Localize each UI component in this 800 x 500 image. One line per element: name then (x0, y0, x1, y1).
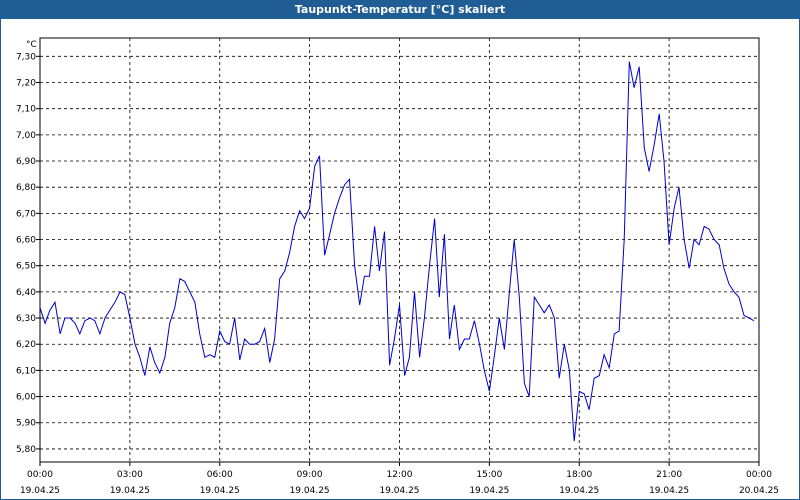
y-tick-label: 7,30 (16, 52, 36, 62)
x-tick-date-label: 19.04.25 (559, 486, 599, 496)
x-tick-date-label: 19.04.25 (469, 486, 509, 496)
x-tick-time-label: 00:00 (27, 470, 53, 480)
y-tick-label: 6,60 (16, 236, 36, 246)
grid-lines (40, 38, 759, 462)
x-tick-date-label: 19.04.25 (200, 486, 240, 496)
y-tick-label: 7,20 (16, 78, 36, 88)
x-tick-date-label: 19.04.25 (379, 486, 419, 496)
x-tick-time-label: 00:00 (746, 470, 772, 480)
x-axis-ticks: 00:00 19.04.25 03:00 19.04.25 06:00 19.04.25 0… (20, 462, 779, 496)
x-tick-time-label: 21:00 (656, 470, 682, 480)
series-line (39, 61, 755, 442)
y-tick-label: 6,10 (16, 366, 36, 376)
x-tick-time-label: 12:00 (387, 470, 413, 480)
x-tick-date-label: 19.04.25 (649, 486, 689, 496)
x-tick-time-label: 03:00 (117, 470, 143, 480)
x-tick-time-label: 15:00 (476, 470, 502, 480)
y-tick-label: 5,90 (16, 419, 36, 429)
x-tick-date-label: 19.04.25 (110, 486, 150, 496)
y-tick-label: 6,70 (16, 209, 36, 219)
y-tick-label: 6,20 (16, 340, 36, 350)
y-tick-label: 6,80 (16, 183, 36, 193)
x-tick-date-label: 19.04.25 (20, 486, 60, 496)
chart-plot: °C 5,80 5,90 6,00 6,10 6,20 6,30 6,40 6,50 6,60 6… (16, 37, 779, 496)
x-tick-date-label: 19.04.25 (290, 486, 330, 496)
y-tick-label: 5,80 (16, 445, 36, 455)
y-tick-label: 6,90 (16, 157, 36, 167)
x-tick-date-label: 20.04.25 (739, 486, 779, 496)
x-tick-time-label: 18:00 (566, 470, 592, 480)
x-tick-time-label: 06:00 (207, 470, 233, 480)
y-tick-label: 6,40 (16, 288, 36, 298)
y-tick-label: 6,50 (16, 262, 36, 272)
y-axis-unit-label: °C (26, 40, 37, 50)
x-tick-time-label: 09:00 (297, 470, 323, 480)
y-tick-label: 6,30 (16, 314, 36, 324)
y-tick-label: 7,00 (16, 131, 36, 141)
y-tick-label: 6,00 (16, 393, 36, 403)
y-axis-ticks: 5,80 5,90 6,00 6,10 6,20 6,30 6,40 6,50 6,60 6,70… (16, 52, 40, 455)
y-tick-label: 7,10 (16, 105, 36, 115)
